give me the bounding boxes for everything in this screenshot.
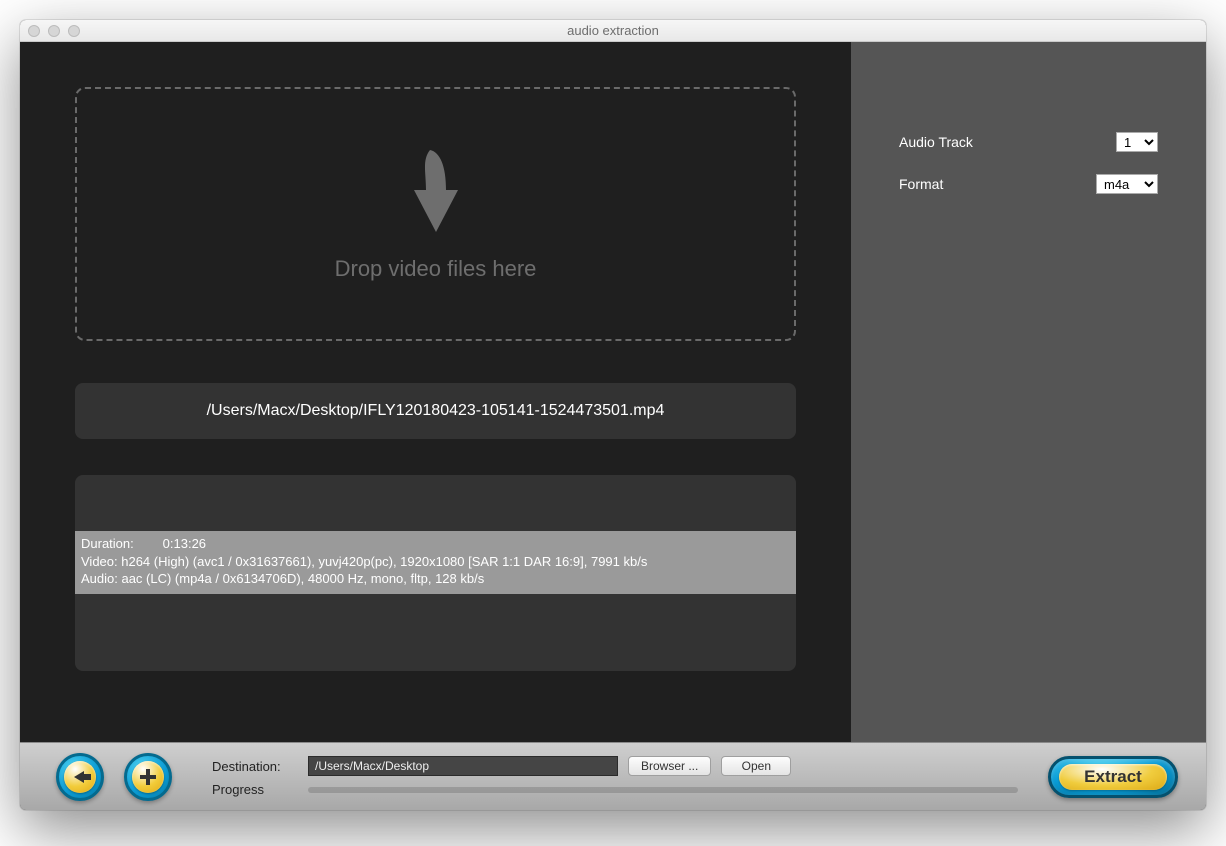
format-select[interactable]: m4a — [1096, 174, 1158, 194]
footer-middle: Destination: Browser ... Open Progress — [212, 756, 1028, 797]
progress-row: Progress — [212, 782, 1028, 797]
destination-input[interactable] — [308, 756, 618, 776]
audio-track-label: Audio Track — [899, 134, 973, 150]
duration-value: 0:13:26 — [163, 536, 206, 551]
media-info-panel: Duration: 0:13:26 Video: h264 (High) (av… — [75, 475, 796, 671]
arrow-left-icon — [74, 771, 84, 783]
window-title: audio extraction — [20, 23, 1206, 38]
dropzone-text: Drop video files here — [335, 256, 537, 282]
back-button[interactable] — [56, 753, 104, 801]
traffic-lights — [20, 25, 80, 37]
format-row: Format m4a — [881, 174, 1176, 194]
progress-label: Progress — [212, 782, 298, 797]
back-button-inner — [64, 761, 96, 793]
dropzone[interactable]: Drop video files here — [75, 87, 796, 341]
close-window-button[interactable] — [28, 25, 40, 37]
extract-button[interactable]: Extract — [1048, 756, 1178, 798]
browser-button[interactable]: Browser ... — [628, 756, 711, 776]
minimize-window-button[interactable] — [48, 25, 60, 37]
titlebar[interactable]: audio extraction — [20, 20, 1206, 42]
options-pane: Audio Track 1 Format m4a — [851, 42, 1206, 742]
format-label: Format — [899, 176, 943, 192]
video-info-line: Video: h264 (High) (avc1 / 0x31637661), … — [81, 554, 647, 569]
content-area: Drop video files here /Users/Macx/Deskto… — [20, 42, 1206, 742]
file-path-bar[interactable]: /Users/Macx/Desktop/IFLY120180423-105141… — [75, 383, 796, 439]
duration-label: Duration: — [81, 536, 134, 551]
audio-info-line: Audio: aac (LC) (mp4a / 0x6134706D), 480… — [81, 571, 484, 586]
audio-track-select[interactable]: 1 — [1116, 132, 1158, 152]
audio-track-row: Audio Track 1 — [881, 132, 1176, 152]
add-button-inner — [132, 761, 164, 793]
plus-icon — [140, 769, 156, 785]
left-pane: Drop video files here /Users/Macx/Deskto… — [20, 42, 851, 742]
extract-button-label: Extract — [1059, 764, 1167, 790]
destination-label: Destination: — [212, 759, 298, 774]
footer-bar: Destination: Browser ... Open Progress E… — [20, 742, 1206, 810]
file-path-text: /Users/Macx/Desktop/IFLY120180423-105141… — [207, 402, 665, 420]
open-button[interactable]: Open — [721, 756, 791, 776]
zoom-window-button[interactable] — [68, 25, 80, 37]
add-button[interactable] — [124, 753, 172, 801]
down-arrow-icon — [406, 146, 466, 236]
progress-bar — [308, 787, 1018, 793]
destination-row: Destination: Browser ... Open — [212, 756, 1028, 776]
media-info-block[interactable]: Duration: 0:13:26 Video: h264 (High) (av… — [75, 531, 796, 594]
app-window: audio extraction Drop video files here /… — [20, 20, 1206, 810]
